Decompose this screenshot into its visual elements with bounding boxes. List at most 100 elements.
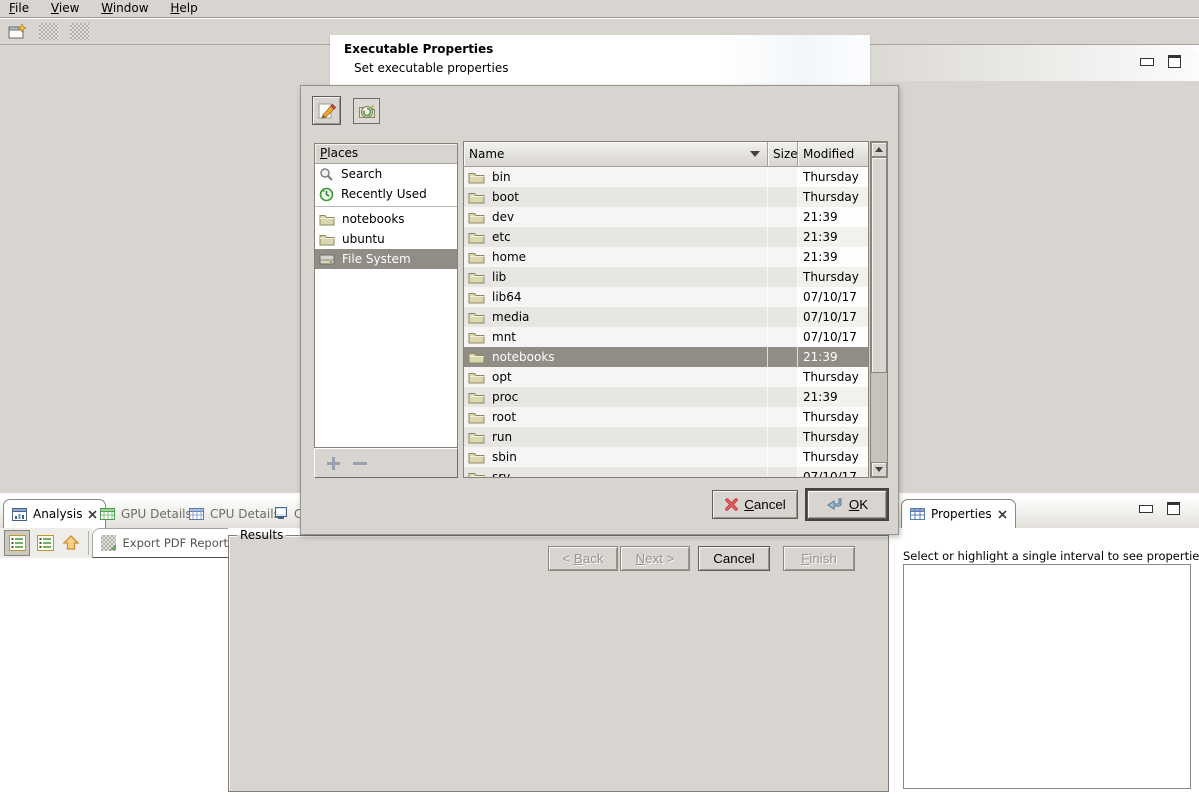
tab-label: Analysis — [33, 507, 82, 521]
dialog-cancel-button[interactable]: Cancel — [712, 490, 798, 519]
wizard-cancel-button[interactable]: Cancel — [698, 546, 770, 571]
file-modified-cell: Thursday — [798, 447, 868, 467]
file-modified-cell: 07/10/17 — [798, 307, 868, 327]
new-session-icon[interactable] — [8, 23, 27, 40]
file-list-scrollbar[interactable] — [870, 141, 888, 478]
file-name-cell: root — [464, 407, 768, 427]
file-row[interactable]: srv07/10/17 — [464, 467, 868, 478]
file-row[interactable]: root Thursday — [464, 407, 868, 427]
guided-analysis-button[interactable] — [4, 530, 30, 556]
maximize-icon[interactable] — [1168, 55, 1181, 68]
finish-button[interactable]: Finish — [783, 546, 855, 571]
file-name: notebooks — [492, 350, 555, 364]
browse-folders-button[interactable] — [353, 98, 380, 124]
folder-icon — [468, 471, 485, 479]
file-modified-cell: 21:39 — [798, 387, 868, 407]
toolbar-separator — [88, 531, 89, 555]
menu-file[interactable]: File — [0, 0, 38, 17]
file-name: run — [492, 430, 512, 444]
file-modified-cell: 21:39 — [798, 247, 868, 267]
column-header-name[interactable]: Name — [464, 142, 768, 167]
file-name: dev — [492, 210, 514, 224]
file-row[interactable]: home21:39 — [464, 247, 868, 267]
file-size-cell — [768, 247, 798, 267]
tab-analysis[interactable]: Analysis — [3, 499, 106, 528]
places-separator — [315, 206, 457, 207]
scroll-down-icon[interactable] — [871, 462, 887, 477]
recently-used-icon — [319, 187, 334, 202]
scrollbar-thumb[interactable] — [871, 157, 887, 373]
file-row[interactable]: bootThursday — [464, 187, 868, 207]
next-button[interactable]: Next > — [620, 546, 690, 571]
folder-icon — [468, 391, 485, 404]
place-item-search[interactable]: Search — [315, 164, 457, 184]
file-row[interactable]: mnt07/10/17 — [464, 327, 868, 347]
file-modified-cell: Thursday — [798, 407, 868, 427]
edit-filename-button[interactable] — [312, 96, 341, 125]
file-size-cell — [768, 227, 798, 247]
file-modified-cell: Thursday — [798, 167, 868, 187]
minimize-icon[interactable] — [1139, 505, 1153, 513]
menu-window[interactable]: Window — [92, 0, 157, 17]
file-name: srv — [492, 470, 510, 478]
back-button[interactable]: < Back — [548, 546, 618, 571]
up-arrow-icon[interactable] — [58, 530, 84, 556]
file-name: etc — [492, 230, 511, 244]
file-size-cell — [768, 207, 798, 227]
menu-help[interactable]: Help — [161, 0, 206, 17]
properties-tab-row: Properties — [897, 499, 1199, 528]
file-name-cell: dev — [464, 207, 768, 227]
file-size-cell — [768, 427, 798, 447]
folder-icon — [468, 411, 485, 424]
place-item-file-system[interactable]: File System — [315, 249, 457, 269]
maximize-icon[interactable] — [1167, 502, 1180, 515]
file-size-cell — [768, 267, 798, 287]
export-pdf-button[interactable]: Export PDF Report — [92, 528, 228, 558]
file-row[interactable]: bin Thursday — [464, 167, 868, 187]
cpu-details-icon — [189, 508, 204, 520]
application-window: File View Window Help ... Executable Pro… — [0, 0, 1199, 799]
folder-icon — [468, 191, 485, 204]
browse-folders-icon — [358, 103, 376, 120]
file-modified-cell: Thursday — [798, 427, 868, 447]
place-item-recently-used[interactable]: Recently Used — [315, 184, 457, 204]
unguided-analysis-button[interactable] — [32, 530, 58, 556]
file-row[interactable]: media07/10/17 — [464, 307, 868, 327]
place-item-notebooks[interactable]: notebooks — [315, 209, 457, 229]
close-icon[interactable] — [998, 510, 1007, 519]
column-label: Size — [773, 147, 798, 161]
tab-properties[interactable]: Properties — [901, 499, 1016, 528]
folder-icon — [319, 213, 335, 226]
file-modified-cell: Thursday — [798, 267, 868, 287]
file-row[interactable]: sbinThursday — [464, 447, 868, 467]
place-label: Recently Used — [341, 187, 427, 201]
places-header: Places — [315, 144, 457, 164]
file-row[interactable]: libThursday — [464, 267, 868, 287]
column-header-modified[interactable]: Modified — [798, 142, 868, 167]
folder-icon — [468, 271, 485, 284]
file-row[interactable]: run Thursday — [464, 427, 868, 447]
minimize-icon[interactable] — [1140, 58, 1154, 66]
back-button-label: < Back — [562, 551, 603, 566]
scroll-up-icon[interactable] — [871, 142, 887, 157]
export-pdf-label: Export PDF Report — [123, 536, 228, 550]
file-row[interactable]: optThursday — [464, 367, 868, 387]
file-modified-cell: 21:39 — [798, 207, 868, 227]
file-row[interactable]: etc21:39 — [464, 227, 868, 247]
dialog-ok-button[interactable]: OK — [807, 490, 887, 519]
file-size-cell — [768, 407, 798, 427]
gpu-details-icon — [100, 508, 115, 520]
menu-view[interactable]: View — [42, 0, 88, 17]
folder-icon — [468, 311, 485, 324]
file-name-cell: lib64 — [464, 287, 768, 307]
file-name-cell: bin — [464, 167, 768, 187]
file-row[interactable]: proc21:39 — [464, 387, 868, 407]
place-item-ubuntu[interactable]: ubuntu — [315, 229, 457, 249]
cancel-icon — [724, 497, 739, 512]
file-row[interactable]: lib6407/10/17 — [464, 287, 868, 307]
file-row[interactable]: dev 21:39 — [464, 207, 868, 227]
column-header-size[interactable]: Size — [768, 142, 798, 167]
file-modified-cell: 07/10/17 — [798, 327, 868, 347]
file-row[interactable]: notebooks21:39 — [464, 347, 868, 367]
folder-icon — [468, 431, 485, 444]
